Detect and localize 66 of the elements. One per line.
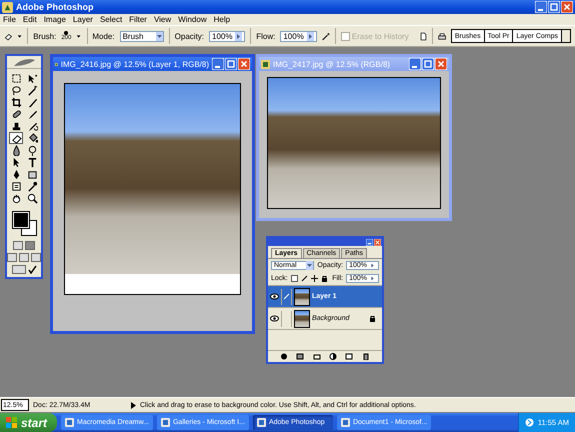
mask-icon[interactable] bbox=[296, 353, 304, 360]
minimize-icon[interactable] bbox=[212, 58, 224, 70]
trash-icon[interactable] bbox=[362, 353, 370, 360]
mode-label: Mode: bbox=[92, 32, 115, 40]
maximize-icon[interactable] bbox=[548, 1, 560, 13]
window-title: Adobe Photoshop bbox=[16, 2, 94, 12]
menu-item[interactable]: Select bbox=[100, 15, 122, 24]
lock-icon[interactable] bbox=[320, 275, 328, 282]
menu-item[interactable]: View bbox=[154, 15, 172, 24]
crop-tool[interactable] bbox=[9, 96, 23, 108]
folder-icon[interactable] bbox=[312, 353, 321, 360]
mode-dropdown[interactable]: Brush bbox=[120, 30, 164, 42]
eye-icon[interactable] bbox=[270, 293, 279, 300]
close-icon[interactable] bbox=[374, 238, 381, 246]
brush-icon[interactable] bbox=[300, 275, 308, 282]
close-icon[interactable] bbox=[238, 58, 250, 70]
move-icon[interactable] bbox=[310, 275, 318, 282]
close-icon[interactable] bbox=[561, 1, 573, 13]
brush-icon bbox=[283, 293, 290, 300]
menu-item[interactable]: Filter bbox=[129, 15, 147, 24]
document-icon[interactable] bbox=[418, 30, 427, 42]
app-icon bbox=[256, 418, 266, 427]
lock-transparency-icon[interactable] bbox=[290, 275, 298, 282]
menu-item[interactable]: Image bbox=[44, 15, 66, 24]
feather-icon bbox=[12, 58, 36, 66]
document-title: IMG_2416.jpg @ 12.5% (Layer 1, RGB/8) bbox=[60, 60, 209, 68]
printer-icon[interactable] bbox=[438, 30, 446, 42]
standard-mode-icon[interactable] bbox=[13, 241, 23, 250]
app-icon bbox=[65, 418, 74, 427]
network-icon[interactable] bbox=[524, 418, 534, 427]
eye-icon[interactable] bbox=[270, 315, 279, 322]
flow-field[interactable]: 100% bbox=[280, 30, 317, 42]
opacity-label: Opacity: bbox=[174, 32, 204, 40]
opacity-field[interactable]: 100% bbox=[209, 30, 246, 42]
maximize-icon[interactable] bbox=[225, 58, 237, 70]
minimize-icon[interactable] bbox=[366, 238, 373, 246]
layer-style-icon[interactable] bbox=[280, 353, 288, 360]
airbrush-icon[interactable] bbox=[322, 30, 330, 42]
flow-label: Flow: bbox=[256, 32, 276, 40]
new-layer-icon[interactable] bbox=[345, 353, 354, 360]
menu-item[interactable]: File bbox=[3, 15, 16, 24]
app-icon bbox=[2, 2, 13, 12]
windows-logo-icon bbox=[6, 417, 17, 428]
minimize-icon[interactable] bbox=[535, 1, 547, 13]
start-button[interactable]: start bbox=[0, 413, 58, 432]
adjustment-icon[interactable] bbox=[329, 353, 338, 360]
document-title: IMG_2417.jpg @ 12.5% (RGB/8) bbox=[273, 60, 392, 68]
app-icon bbox=[160, 418, 170, 427]
document-icon bbox=[261, 60, 270, 68]
arrow-icon[interactable] bbox=[235, 32, 242, 40]
menu-item[interactable]: Help bbox=[214, 15, 230, 24]
arrow-icon[interactable] bbox=[306, 32, 314, 40]
layer-thumbnail bbox=[294, 288, 310, 306]
caret-icon[interactable] bbox=[156, 32, 163, 40]
app-icon bbox=[340, 418, 350, 427]
play-icon[interactable] bbox=[131, 402, 136, 408]
eraser-tool[interactable] bbox=[9, 132, 23, 144]
menu-item[interactable]: Window bbox=[178, 15, 207, 24]
color-swatches[interactable] bbox=[11, 210, 37, 238]
layer-thumbnail bbox=[294, 310, 310, 328]
brush-label: Brush: bbox=[33, 32, 56, 40]
checkmark-icon[interactable] bbox=[28, 265, 36, 274]
zoom-tool[interactable] bbox=[25, 192, 39, 204]
brush-preview-icon[interactable] bbox=[64, 30, 68, 34]
menu-item[interactable]: Layer bbox=[72, 15, 93, 24]
menu-item[interactable]: Edit bbox=[22, 15, 37, 24]
